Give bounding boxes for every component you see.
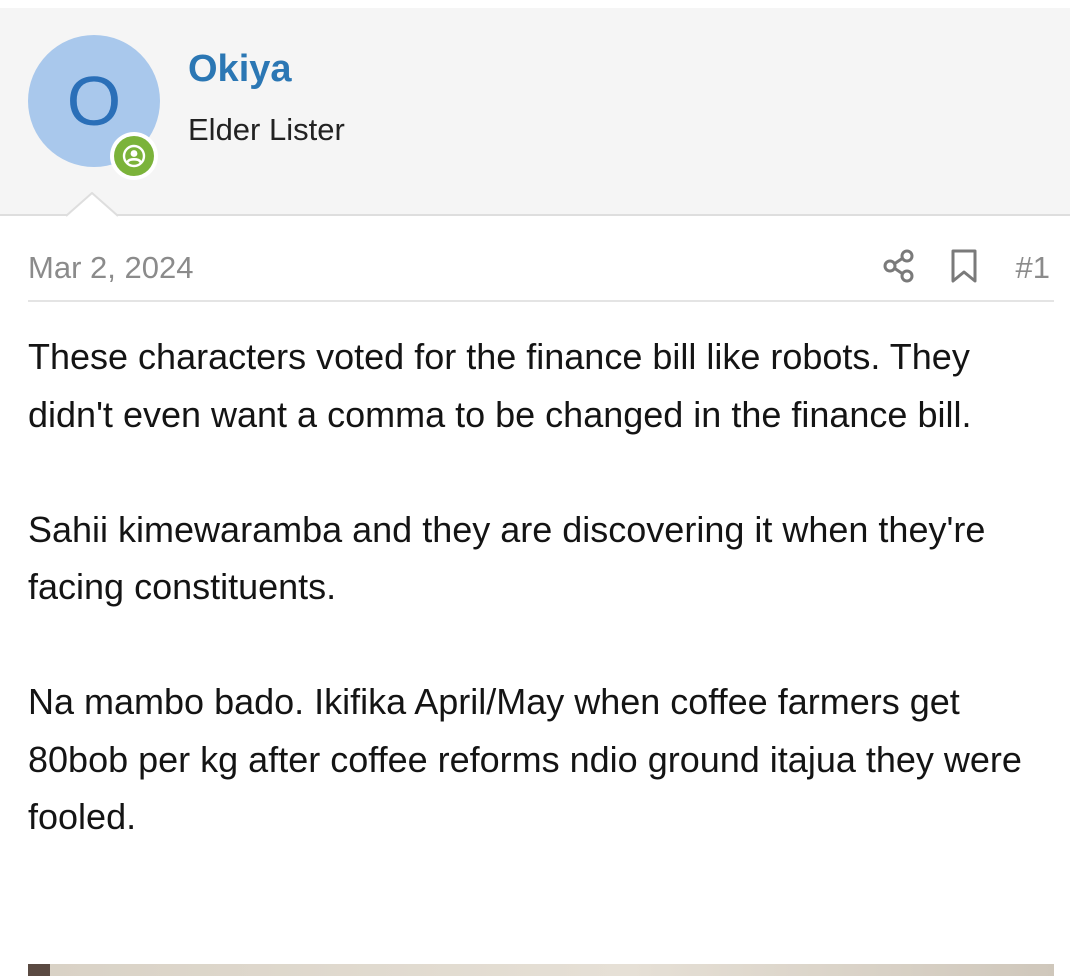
username-link[interactable]: Okiya bbox=[188, 48, 292, 91]
post-meta-row: Mar 2, 2024 #1 bbox=[28, 244, 1054, 302]
post-paragraph: Na mambo bado. Ikifika April/May when co… bbox=[28, 681, 1022, 837]
post-body: These characters voted for the finance b… bbox=[28, 328, 1054, 903]
avatar-letter: O bbox=[66, 62, 122, 140]
post-date-link[interactable]: Mar 2, 2024 bbox=[28, 250, 193, 286]
bookmark-icon[interactable] bbox=[948, 248, 980, 284]
online-user-icon bbox=[114, 136, 154, 176]
user-title: Elder Lister bbox=[188, 112, 345, 147]
share-icon[interactable] bbox=[882, 248, 916, 284]
post-author-header: O Okiya Elder Lister bbox=[0, 8, 1070, 216]
online-status-badge bbox=[110, 132, 158, 180]
post-paragraph: These characters voted for the finance b… bbox=[28, 336, 972, 435]
header-arrow-notch bbox=[66, 192, 118, 217]
post-number-link[interactable]: #1 bbox=[1016, 250, 1050, 286]
forum-post-page: O Okiya Elder Lister Mar 2, 2024 #1 Thes… bbox=[0, 0, 1070, 976]
embedded-image[interactable] bbox=[28, 964, 1054, 976]
post-paragraph: Sahii kimewaramba and they are discoveri… bbox=[28, 508, 986, 608]
